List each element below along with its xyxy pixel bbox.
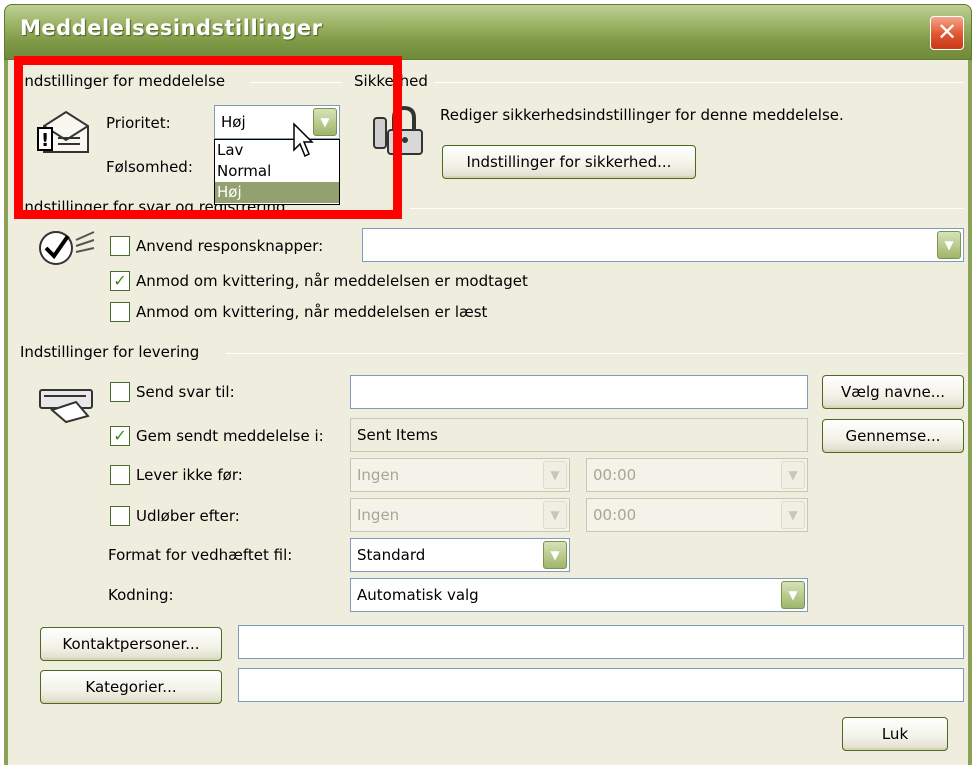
categories-button[interactable]: Kategorier... xyxy=(40,670,222,704)
encoding-label: Kodning: xyxy=(108,586,174,604)
close-window-button[interactable]: ✕ xyxy=(930,16,964,50)
chevron-down-icon[interactable]: ▼ xyxy=(543,541,567,569)
encoding-select[interactable]: Automatisk valg ▼ xyxy=(350,578,808,612)
expires-after-label: Udløber efter: xyxy=(136,507,240,525)
highlight-box xyxy=(14,56,402,219)
send-replies-label: Send svar til: xyxy=(136,383,235,401)
chevron-down-icon: ▼ xyxy=(543,461,567,489)
send-replies-input[interactable] xyxy=(350,375,808,409)
attachment-format-select[interactable]: Standard ▼ xyxy=(350,538,570,572)
do-not-deliver-before-time: 00:00 ▼ xyxy=(586,458,808,492)
send-replies-checkbox[interactable] xyxy=(110,382,130,402)
browse-button[interactable]: Gennemse... xyxy=(822,419,964,453)
encoding-value: Automatisk valg xyxy=(357,586,479,604)
chevron-down-icon: ▼ xyxy=(543,501,567,529)
attachment-format-value: Standard xyxy=(357,546,426,564)
voting-buttons-select[interactable]: ▼ xyxy=(362,228,964,262)
date-value: Ingen xyxy=(357,506,400,524)
delivery-receipt-checkbox[interactable]: ✓ xyxy=(110,271,130,291)
divider xyxy=(410,208,964,209)
delivery-heading: Indstillinger for levering xyxy=(20,343,206,361)
delivery-receipt-label: Anmod om kvittering, når meddelelsen er … xyxy=(136,272,528,290)
security-settings-button[interactable]: Indstillinger for sikkerhed... xyxy=(442,145,696,179)
date-value: Ingen xyxy=(357,466,400,484)
expires-after-date: Ingen ▼ xyxy=(350,498,570,532)
save-sent-label: Gem sendt meddelelse i: xyxy=(136,427,324,445)
security-description: Rediger sikkerhedsindstillinger for denn… xyxy=(440,106,844,124)
voting-buttons-checkbox[interactable] xyxy=(110,236,130,256)
close-button[interactable]: Luk xyxy=(842,717,948,751)
do-not-deliver-before-label: Lever ikke før: xyxy=(136,466,243,484)
chevron-down-icon[interactable]: ▼ xyxy=(781,581,805,609)
categories-input[interactable] xyxy=(238,668,964,702)
select-names-button[interactable]: Vælg navne... xyxy=(822,375,964,409)
chevron-down-icon[interactable]: ▼ xyxy=(937,231,961,259)
do-not-deliver-before-date: Ingen ▼ xyxy=(350,458,570,492)
divider xyxy=(226,353,964,354)
save-sent-folder-field: Sent Items xyxy=(350,418,808,452)
voting-buttons-label: Anvend responsknapper: xyxy=(136,237,324,255)
contacts-button[interactable]: Kontaktpersoner... xyxy=(40,627,222,661)
attachment-format-label: Format for vedhæftet fil: xyxy=(108,546,293,564)
divider xyxy=(434,82,964,83)
checkmark-tracking-icon xyxy=(39,231,95,265)
read-receipt-checkbox[interactable] xyxy=(110,302,130,322)
time-value: 00:00 xyxy=(593,506,637,524)
time-value: 00:00 xyxy=(593,466,637,484)
chevron-down-icon: ▼ xyxy=(781,461,805,489)
expires-after-checkbox[interactable] xyxy=(110,506,130,526)
do-not-deliver-before-checkbox[interactable] xyxy=(110,465,130,485)
chevron-down-icon: ▼ xyxy=(781,501,805,529)
delivery-hand-icon xyxy=(39,389,93,424)
save-sent-checkbox[interactable]: ✓ xyxy=(110,426,130,446)
contacts-input[interactable] xyxy=(238,625,964,659)
window-title: Meddelelsesindstillinger xyxy=(20,16,323,40)
read-receipt-label: Anmod om kvittering, når meddelelsen er … xyxy=(136,303,488,321)
expires-after-time: 00:00 ▼ xyxy=(586,498,808,532)
